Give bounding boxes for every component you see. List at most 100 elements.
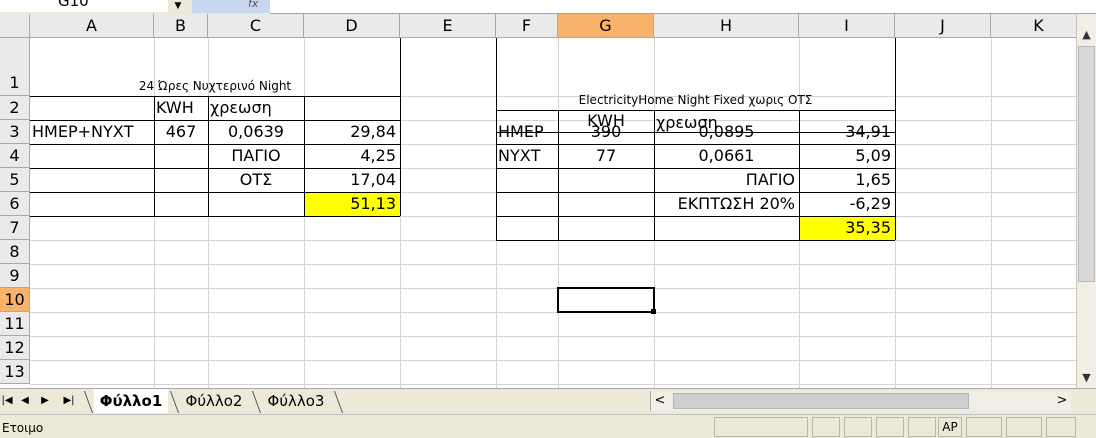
border	[496, 240, 895, 241]
gridline	[30, 360, 1076, 361]
cell-d3[interactable]: 29,84	[304, 120, 400, 144]
border	[895, 38, 896, 240]
status-panel	[1046, 417, 1076, 437]
column-header-d[interactable]: D	[304, 14, 400, 38]
status-panel	[876, 417, 904, 437]
border	[30, 216, 400, 217]
active-cell-selection[interactable]	[557, 287, 655, 313]
gridline	[30, 384, 1076, 385]
cell-a3[interactable]: ΗΜΕΡ+ΝΥΧΤ	[30, 120, 154, 144]
scroll-left-icon[interactable]: <	[651, 391, 669, 411]
gridline	[30, 264, 1076, 265]
border	[400, 38, 401, 216]
formula-bar: G10 ▼ fx	[0, 0, 1096, 14]
sheet-tab-bar: |◀ ◀ ▶ ▶| Φύλλο1 Φύλλο2 Φύλλο3 < >	[0, 388, 1096, 414]
cell-c3[interactable]: 0,0639	[208, 120, 304, 144]
cell-d4[interactable]: 4,25	[304, 144, 400, 168]
gridline	[30, 288, 1076, 289]
first-sheet-icon[interactable]: |◀	[0, 394, 14, 408]
column-header-e[interactable]: E	[400, 14, 496, 38]
cell-c4[interactable]: ΠΑΓΙΟ	[208, 144, 304, 168]
sheet-tab-1[interactable]: Φύλλο1	[94, 389, 168, 413]
column-header-j[interactable]: J	[895, 14, 991, 38]
select-all-corner[interactable]	[0, 14, 30, 38]
cell-g3[interactable]: 390	[558, 120, 654, 144]
status-panel	[812, 417, 840, 437]
cell-b2[interactable]: KWH	[154, 96, 208, 120]
table1-title[interactable]: 24 Ώρες Νυχτερινό Night	[30, 76, 400, 96]
cell-i4[interactable]: 5,09	[799, 144, 895, 168]
table2-title[interactable]: ElectricityHome Night Fixed χωρις ΟΤΣ	[496, 90, 895, 110]
fill-handle[interactable]	[651, 309, 656, 314]
cell-b3[interactable]: 467	[154, 120, 208, 144]
row-header-13[interactable]: 13	[0, 360, 30, 384]
tab-divider	[251, 391, 262, 413]
sheet-tab-3[interactable]: Φύλλο3	[262, 389, 330, 413]
row-header-1[interactable]: 1	[0, 38, 30, 96]
gridline	[30, 312, 1076, 313]
spreadsheet-grid[interactable]: A B C D E F G H I J K 1 2 3 4 5 6 7 8 9 …	[0, 14, 1076, 388]
row-header-12[interactable]: 12	[0, 336, 30, 360]
sheet-tab-2[interactable]: Φύλλο2	[180, 389, 248, 413]
scroll-right-icon[interactable]: >	[1053, 391, 1071, 411]
row-header-10[interactable]: 10	[0, 288, 30, 312]
cell-h6[interactable]: ΕΚΠΤΩΣΗ 20%	[654, 192, 799, 216]
cell-h4[interactable]: 0,0661	[654, 144, 799, 168]
cell-i3[interactable]: 34,91	[799, 120, 895, 144]
column-header-h[interactable]: H	[654, 14, 799, 38]
column-header-a[interactable]: A	[30, 14, 154, 38]
status-text: Ετοιμο	[2, 421, 44, 435]
cell-d6[interactable]: 51,13	[304, 192, 400, 216]
vertical-scroll-thumb[interactable]	[1078, 46, 1095, 282]
scroll-down-icon[interactable]: ▼	[1078, 369, 1095, 386]
formula-input[interactable]	[270, 0, 1096, 14]
status-panel	[1006, 417, 1042, 437]
cell-i7[interactable]: 35,35	[799, 216, 895, 240]
horizontal-scroll-thumb[interactable]	[673, 393, 969, 409]
name-box-dropdown-icon[interactable]: ▼	[168, 0, 188, 12]
status-panel	[714, 417, 808, 437]
column-header-k[interactable]: K	[991, 14, 1076, 38]
cell-g4[interactable]: 77	[558, 144, 654, 168]
vertical-scrollbar[interactable]: ▲ ▼	[1076, 14, 1096, 388]
row-header-3[interactable]: 3	[0, 120, 30, 144]
fx-icon[interactable]: fx	[248, 0, 258, 10]
row-header-6[interactable]: 6	[0, 192, 30, 216]
cell-c2[interactable]: χρεωση	[208, 96, 304, 120]
row-header-2[interactable]: 2	[0, 96, 30, 120]
gridline	[30, 336, 1076, 337]
tab-divider	[169, 391, 180, 413]
name-box[interactable]: G10	[0, 0, 169, 12]
status-panel	[966, 417, 1002, 437]
cell-i5[interactable]: 1,65	[799, 168, 895, 192]
cell-i6[interactable]: -6,29	[799, 192, 895, 216]
cell-c5[interactable]: ΟΤΣ	[208, 168, 304, 192]
next-sheet-icon[interactable]: ▶	[38, 394, 52, 408]
prev-sheet-icon[interactable]: ◀	[18, 394, 32, 408]
column-header-g[interactable]: G	[558, 14, 654, 38]
column-header-f[interactable]: F	[496, 14, 558, 38]
cell-d5[interactable]: 17,04	[304, 168, 400, 192]
last-sheet-icon[interactable]: ▶|	[62, 394, 76, 408]
column-header-b[interactable]: B	[154, 14, 208, 38]
cell-h3[interactable]: 0,0895	[654, 120, 799, 144]
cell-f3[interactable]: ΗΜΕΡ	[496, 120, 558, 144]
cell-f4[interactable]: ΝΥΧΤ	[496, 144, 558, 168]
cell-h5[interactable]: ΠΑΓΙΟ	[654, 168, 799, 192]
row-header-9[interactable]: 9	[0, 264, 30, 288]
horizontal-scrollbar[interactable]: < >	[650, 391, 1071, 411]
row-header-4[interactable]: 4	[0, 144, 30, 168]
status-panel	[844, 417, 872, 437]
status-indicator-caps: ΑΡ	[938, 417, 962, 437]
row-header-11[interactable]: 11	[0, 312, 30, 336]
row-header-5[interactable]: 5	[0, 168, 30, 192]
column-header-i[interactable]: I	[799, 14, 895, 38]
row-header-8[interactable]: 8	[0, 240, 30, 264]
tab-divider	[333, 391, 344, 413]
tab-divider	[83, 391, 94, 413]
row-header-7[interactable]: 7	[0, 216, 30, 240]
status-bar: Ετοιμο ΑΡ	[0, 414, 1096, 438]
status-panel	[908, 417, 936, 437]
scroll-up-icon[interactable]: ▲	[1078, 26, 1095, 43]
column-header-c[interactable]: C	[208, 14, 304, 38]
